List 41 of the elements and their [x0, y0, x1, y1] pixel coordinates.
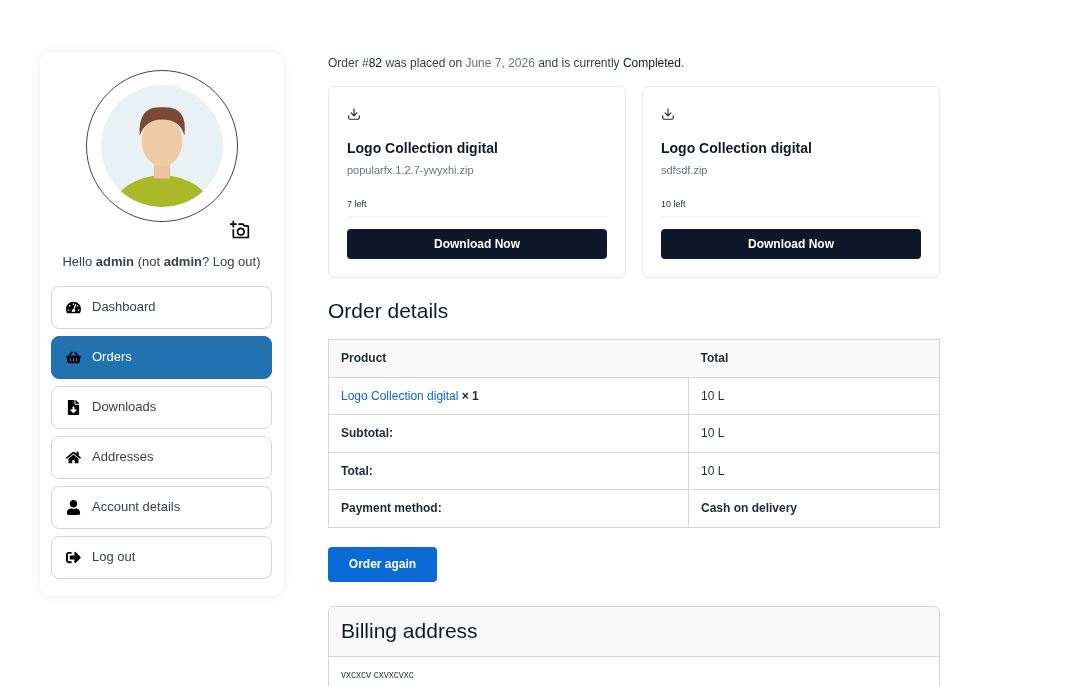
- order-status-text: Order #82 was placed on June 7, 2026 and is currently Completed.: [328, 55, 686, 72]
- order-again-button[interactable]: Order again: [328, 546, 437, 582]
- logout-icon: [66, 549, 81, 565]
- user-icon: [66, 499, 81, 515]
- section-heading: Billing address: [341, 618, 478, 645]
- downloads-remaining: 7 left: [347, 197, 607, 217]
- table-cell: Logo Collection digital × 1: [328, 377, 689, 415]
- greeting-text: Hello admin (not admin? Log out): [61, 253, 262, 271]
- column-header: Total: [688, 339, 940, 377]
- nav-item[interactable]: Dashboard: [51, 285, 272, 329]
- section-heading: Order details: [328, 298, 450, 324]
- nav-item[interactable]: Account details: [51, 485, 272, 529]
- table-cell: Subtotal:: [328, 414, 689, 452]
- product-title: Logo Collection digital: [347, 139, 499, 158]
- file-download-icon: [66, 399, 81, 415]
- basket-icon: [66, 349, 81, 365]
- table-cell: Cash on delivery: [688, 489, 940, 527]
- table-cell: 10 L: [688, 377, 940, 415]
- download-button[interactable]: Download Now: [661, 229, 921, 259]
- table-cell: 10 L: [688, 452, 940, 490]
- download-button[interactable]: Download Now: [347, 229, 607, 259]
- column-header: Product: [328, 339, 689, 377]
- logout-link[interactable]: Log out: [212, 254, 257, 269]
- product-title: Logo Collection digital: [661, 139, 813, 158]
- nav-item[interactable]: Orders: [51, 335, 272, 379]
- product-link[interactable]: Logo Collection digital: [341, 388, 459, 403]
- download-icon: [347, 107, 361, 121]
- table-cell: Total:: [328, 452, 689, 490]
- nav-item[interactable]: Addresses: [51, 435, 272, 479]
- dashboard-icon: [66, 299, 81, 315]
- address-line: vxcxcv cxvxcvxc: [341, 667, 415, 682]
- table-cell: 10 L: [688, 414, 940, 452]
- table-cell: Payment method:: [328, 489, 689, 527]
- add-photo-icon[interactable]: [230, 220, 250, 240]
- file-name: popularfx.1.2.7-ywyxhi.zip: [347, 163, 475, 178]
- downloads-remaining: 10 left: [661, 197, 921, 217]
- download-icon: [661, 107, 675, 121]
- file-name: sdfsdf.zip: [661, 163, 709, 178]
- nav-item[interactable]: Downloads: [51, 385, 272, 429]
- home-icon: [66, 449, 81, 465]
- nav-item[interactable]: Log out: [51, 535, 272, 579]
